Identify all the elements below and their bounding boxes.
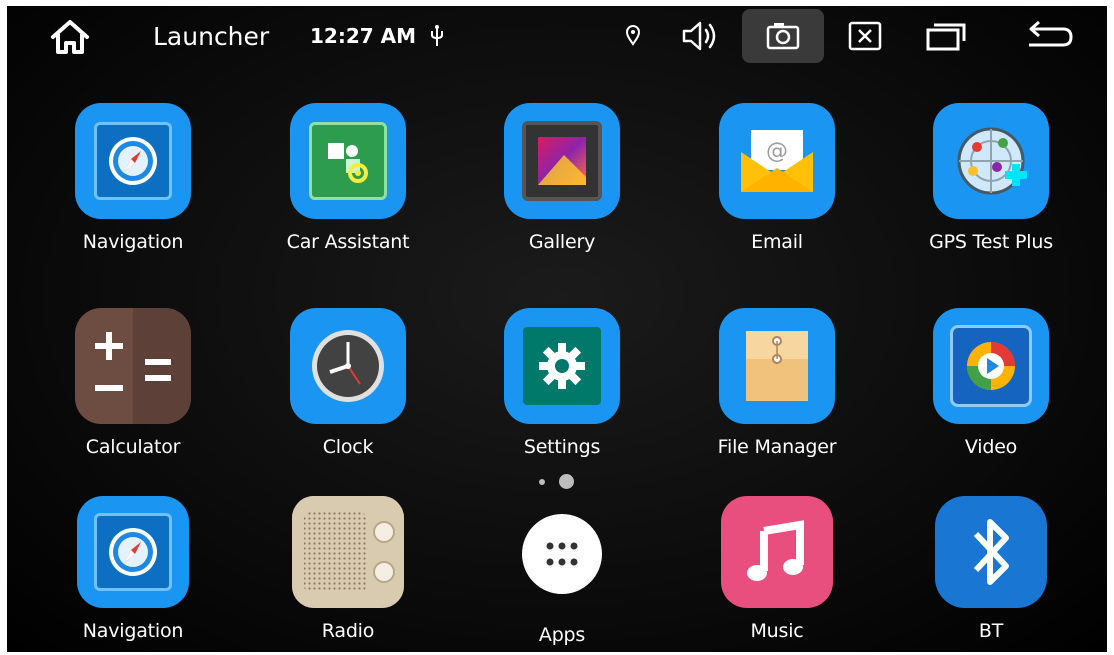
picture-icon — [504, 103, 620, 219]
status-time: 12:27 AM — [310, 24, 417, 48]
app-label: Video — [964, 436, 1018, 458]
calculator-icon — [75, 308, 191, 424]
app-title: Launcher — [153, 21, 270, 51]
radio-icon — [292, 496, 404, 608]
compass-icon — [77, 496, 189, 608]
status-bar: Launcher 12:27 AM — [7, 6, 1107, 68]
app-apps[interactable]: Apps — [467, 496, 657, 646]
recents-icon — [926, 23, 966, 51]
app-settings[interactable]: Settings — [467, 308, 657, 458]
bluetooth-icon — [935, 496, 1047, 608]
app-label: Gallery — [528, 231, 596, 253]
app-label: Email — [751, 231, 803, 253]
screenshot-icon — [766, 23, 800, 50]
app-gps-test-plus[interactable]: GPS Test Plus — [896, 103, 1086, 253]
app-clock[interactable]: Clock — [253, 308, 443, 458]
recents-button[interactable] — [917, 16, 977, 56]
app-email[interactable]: @ Email — [682, 103, 872, 253]
app-label: BT — [978, 620, 1004, 642]
app-navigation[interactable]: Navigation — [38, 103, 228, 253]
home-screen: Launcher 12:27 AM Navigation Car Assista… — [7, 6, 1107, 652]
app-gallery[interactable]: Gallery — [467, 103, 657, 253]
app-car-assistant[interactable]: Car Assistant — [253, 103, 443, 253]
gear-icon — [504, 308, 620, 424]
location-indicator — [621, 20, 645, 50]
app-label: Car Assistant — [286, 231, 410, 253]
page-indicator — [539, 474, 574, 489]
app-label: Clock — [322, 436, 374, 458]
app-radio[interactable]: Radio — [253, 496, 443, 642]
screenshot-button[interactable] — [742, 9, 824, 63]
clock-icon — [290, 308, 406, 424]
app-label: Radio — [321, 620, 375, 642]
app-drawer-icon — [504, 496, 620, 612]
back-icon — [1029, 20, 1073, 47]
close-icon — [848, 21, 882, 51]
volume-button[interactable] — [675, 16, 727, 56]
usb-icon — [431, 25, 443, 46]
app-navigation-2[interactable]: Navigation — [38, 496, 228, 642]
play-icon — [933, 308, 1049, 424]
app-label: Navigation — [82, 620, 184, 642]
app-label: Settings — [523, 436, 601, 458]
home-button[interactable] — [41, 16, 99, 58]
music-note-icon — [721, 496, 833, 608]
app-video[interactable]: Video — [896, 308, 1086, 458]
svg-text:@: @ — [766, 139, 788, 164]
back-button[interactable] — [1017, 16, 1081, 56]
envelope-icon: @ — [719, 103, 835, 219]
radar-icon — [933, 103, 1049, 219]
app-bt[interactable]: BT — [896, 496, 1086, 642]
close-button[interactable] — [839, 16, 891, 56]
compass-icon — [75, 103, 191, 219]
app-label: Music — [750, 620, 804, 642]
app-music[interactable]: Music — [682, 496, 872, 642]
folder-icon — [719, 308, 835, 424]
page-dot-active[interactable] — [559, 474, 574, 489]
app-label: Apps — [538, 624, 586, 646]
home-icon — [51, 20, 89, 54]
location-icon — [625, 25, 641, 46]
app-label: Calculator — [85, 436, 181, 458]
volume-icon — [682, 21, 716, 51]
app-label: Navigation — [82, 231, 184, 253]
app-label: File Manager — [717, 436, 837, 458]
usb-indicator — [427, 23, 447, 49]
app-label: GPS Test Plus — [929, 231, 1053, 253]
page-dot[interactable] — [539, 478, 545, 485]
puzzle-gear-icon — [290, 103, 406, 219]
app-calculator[interactable]: Calculator — [38, 308, 228, 458]
app-file-manager[interactable]: File Manager — [682, 308, 872, 458]
